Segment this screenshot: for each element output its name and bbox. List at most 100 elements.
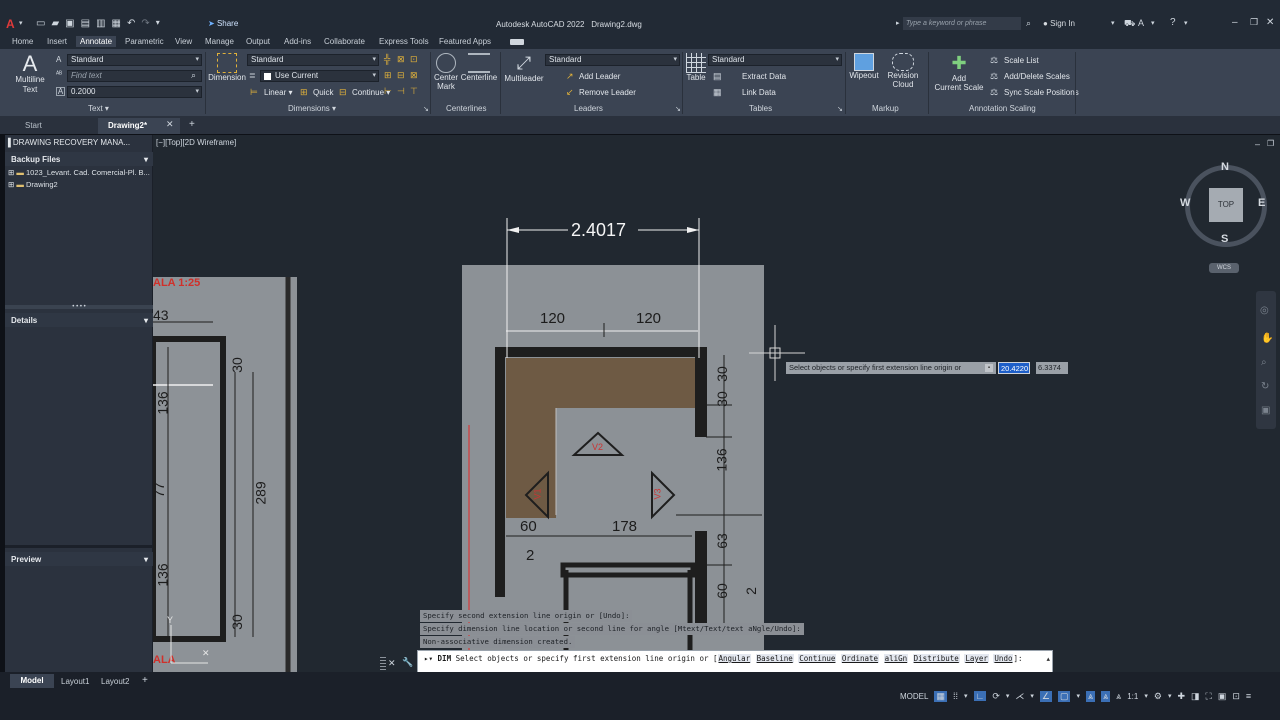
dim-inspect-icon[interactable]: ⊡ [410, 54, 423, 65]
leader-settings-launcher-icon[interactable]: ↘ [675, 105, 681, 113]
add-leader-icon[interactable]: ↗ [566, 71, 574, 82]
dynamic-input-x-field[interactable]: 20.4220 [998, 362, 1030, 374]
sign-in-button[interactable]: ● Sign In [1043, 19, 1075, 28]
dynamic-input-menu-icon[interactable]: ▪ [985, 364, 993, 372]
command-history-up-icon[interactable]: ▴ [1046, 655, 1050, 663]
search-arrow-icon[interactable]: ▸ [896, 19, 900, 27]
tab-home[interactable]: Home [12, 37, 33, 46]
dim-adjust-space-icon[interactable]: ⊠ [397, 54, 410, 65]
panel-splitter[interactable]: • • • • [5, 304, 153, 310]
link-data-button[interactable]: Link Data [742, 88, 776, 97]
viewport-controls[interactable]: [−][Top][2D Wireframe] [156, 138, 236, 147]
workspace-dropdown-icon[interactable]: ▾ [1168, 692, 1172, 700]
object-snap-tracking-icon[interactable]: ∠ [1039, 690, 1052, 702]
dimension-button[interactable]: Dimension [208, 53, 246, 82]
polar-icon[interactable]: ⟳ [992, 691, 1000, 702]
restore-icon[interactable]: ❐ [1250, 17, 1258, 28]
option-distribute[interactable]: Distribute [912, 654, 960, 663]
tab-express-tools[interactable]: Express Tools [379, 37, 429, 46]
option-continue[interactable]: Continue [798, 654, 837, 663]
remove-leader-button[interactable]: Remove Leader [579, 88, 636, 97]
tab-collaborate[interactable]: Collaborate [324, 37, 365, 46]
backup-file-item[interactable]: ⊞ ▬ 1023_Levant. Cad. Comercial-Pl. B... [8, 168, 150, 177]
tab-addins[interactable]: Add-ins [284, 37, 311, 46]
undo-icon[interactable]: ↶ [127, 18, 135, 29]
close-tab-icon[interactable]: ✕ [166, 119, 174, 130]
multileader-button[interactable]: ⤢ Multileader [503, 53, 545, 83]
center-mark-button[interactable]: Center Mark [432, 53, 460, 91]
dim-tolerance-icon[interactable]: ⊢ [384, 86, 397, 97]
auto-scale-icon[interactable]: ⩓ [1101, 690, 1111, 702]
quick-button[interactable]: Quick [313, 88, 333, 97]
share-button[interactable]: ➤ Share [208, 19, 238, 28]
dim-jog-icon[interactable]: ⊠ [410, 70, 423, 81]
isodraft-dropdown-icon[interactable]: ▾ [1030, 692, 1034, 700]
isolate-objects-icon[interactable]: ⛶ [1206, 691, 1212, 702]
tab-insert[interactable]: Insert [47, 37, 67, 46]
viewport-restore-icon[interactable]: ❐ [1267, 139, 1274, 148]
option-ordinate[interactable]: Ordinate [840, 654, 880, 663]
link-data-icon[interactable]: ▦ [713, 87, 722, 98]
extract-data-button[interactable]: Extract Data [742, 72, 786, 81]
save-as-icon[interactable]: ▤ [81, 18, 90, 29]
scale-value[interactable]: 1:1 [1127, 692, 1138, 701]
close-icon[interactable]: ✕ [1266, 17, 1274, 28]
dim-update-icon[interactable]: ⊤ [410, 86, 423, 97]
viewcube-east[interactable]: E [1258, 197, 1265, 209]
details-header[interactable]: Details ▾ [5, 313, 153, 327]
dim-style-select[interactable]: Standard [247, 54, 379, 66]
find-text-input[interactable]: Find text [67, 70, 202, 82]
option-align[interactable]: aliGn [883, 654, 909, 663]
dim-text-angle-icon[interactable]: ⊟ [397, 70, 410, 81]
table-button[interactable]: Table [684, 53, 708, 82]
polar-dropdown-icon[interactable]: ▾ [1006, 692, 1010, 700]
option-baseline[interactable]: Baseline [755, 654, 794, 663]
drawing-canvas[interactable]: [−][Top][2D Wireframe] – ❐ ALA 1:25 43 3… [153, 135, 1280, 672]
tab-layout1[interactable]: Layout1 [58, 674, 92, 689]
annotation-monitor-icon[interactable]: ✚ [1177, 691, 1185, 702]
grid-icon[interactable]: ▦ [934, 690, 947, 702]
help-icon[interactable]: ? [1170, 17, 1176, 28]
cloud-save-icon[interactable]: ▥ [96, 18, 105, 29]
scale-dropdown-icon[interactable]: ▾ [1144, 692, 1148, 700]
steering-wheel-icon[interactable]: ◎ [1260, 305, 1269, 316]
autodesk-a360-icon[interactable]: A [1138, 18, 1144, 28]
new-file-icon[interactable]: ▭ [36, 18, 45, 29]
scale-list-button[interactable]: Scale List [1004, 56, 1039, 65]
viewport-minimize-icon[interactable]: – [1255, 139, 1260, 149]
text-height-select[interactable]: 0.2000 [67, 86, 202, 98]
snap-dropdown-icon[interactable]: ▾ [964, 692, 968, 700]
showmotion-icon[interactable]: ▣ [1261, 405, 1270, 416]
tab-model[interactable]: Model [10, 674, 54, 688]
a360-dropdown-icon[interactable]: ▾ [1151, 19, 1155, 27]
find-search-icon[interactable]: ⌕ [191, 70, 196, 81]
wcs-menu[interactable]: WCS [1209, 263, 1239, 273]
option-layer[interactable]: Layer [964, 654, 989, 663]
app-menu-chevron-icon[interactable]: ▾ [19, 19, 23, 27]
ribbon-toggle-icon[interactable] [510, 39, 524, 45]
command-customize-icon[interactable]: 🔧 [402, 657, 413, 668]
multiline-text-button[interactable]: A Multiline Text [10, 53, 50, 101]
viewcube-west[interactable]: W [1180, 197, 1190, 209]
add-delete-scales-icon[interactable]: ⚖ [990, 71, 998, 82]
tab-view[interactable]: View [175, 37, 192, 46]
command-line[interactable]: ▸▾ DIM Select objects or specify first e… [417, 650, 1053, 673]
tab-layout2[interactable]: Layout2 [98, 674, 132, 689]
dim-settings-launcher-icon[interactable]: ↘ [423, 105, 429, 113]
workspace-gear-icon[interactable]: ⚙ [1154, 691, 1162, 702]
remove-leader-icon[interactable]: ↙ [566, 87, 574, 98]
navigation-bar[interactable]: ◎ ✋ ⌕ ↻ ▣ [1256, 291, 1276, 429]
command-close-icon[interactable]: ✕ [388, 658, 396, 669]
hardware-acceleration-icon[interactable]: ▣ [1218, 691, 1227, 702]
redo-icon[interactable]: ↷ [141, 18, 149, 29]
wipeout-button[interactable]: Wipeout [847, 53, 881, 80]
viewcube-top-face[interactable]: TOP [1209, 188, 1243, 222]
ortho-icon[interactable]: ∟ [973, 691, 987, 701]
sync-scale-positions-icon[interactable]: ⚖ [990, 87, 998, 98]
zoom-extents-icon[interactable]: ⌕ [1261, 357, 1267, 368]
tab-annotate[interactable]: Annotate [76, 36, 117, 47]
units-icon[interactable]: ◨ [1191, 691, 1200, 702]
add-layout-icon[interactable]: + [142, 675, 148, 686]
centerline-button[interactable]: Centerline [460, 53, 498, 82]
cart-icon[interactable]: ⛟ [1124, 18, 1135, 30]
